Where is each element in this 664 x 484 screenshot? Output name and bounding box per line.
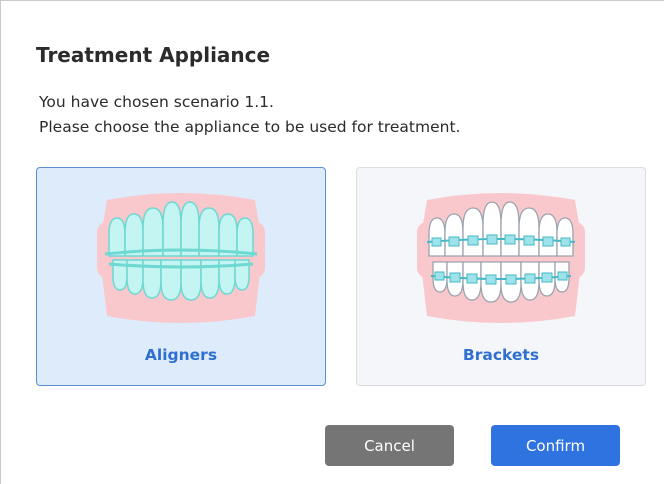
dialog-description: You have chosen scenario 1.1. Please cho…: [39, 90, 460, 140]
brackets-option-card[interactable]: Brackets: [356, 167, 646, 386]
instruction-text: Please choose the appliance to be used f…: [39, 118, 461, 136]
cancel-button[interactable]: Cancel: [325, 425, 454, 466]
aligners-teeth-icon: [97, 193, 265, 323]
brackets-label: Brackets: [462, 346, 540, 364]
aligners-label: Aligners: [144, 346, 218, 364]
dialog-title: Treatment Appliance: [36, 43, 271, 67]
treatment-appliance-dialog: Treatment Appliance You have chosen scen…: [0, 0, 664, 484]
confirm-button[interactable]: Confirm: [491, 425, 620, 466]
aligners-option-card[interactable]: Aligners: [36, 167, 326, 386]
scenario-text: You have chosen scenario 1.1.: [39, 93, 274, 111]
brackets-teeth-icon: [417, 193, 585, 323]
